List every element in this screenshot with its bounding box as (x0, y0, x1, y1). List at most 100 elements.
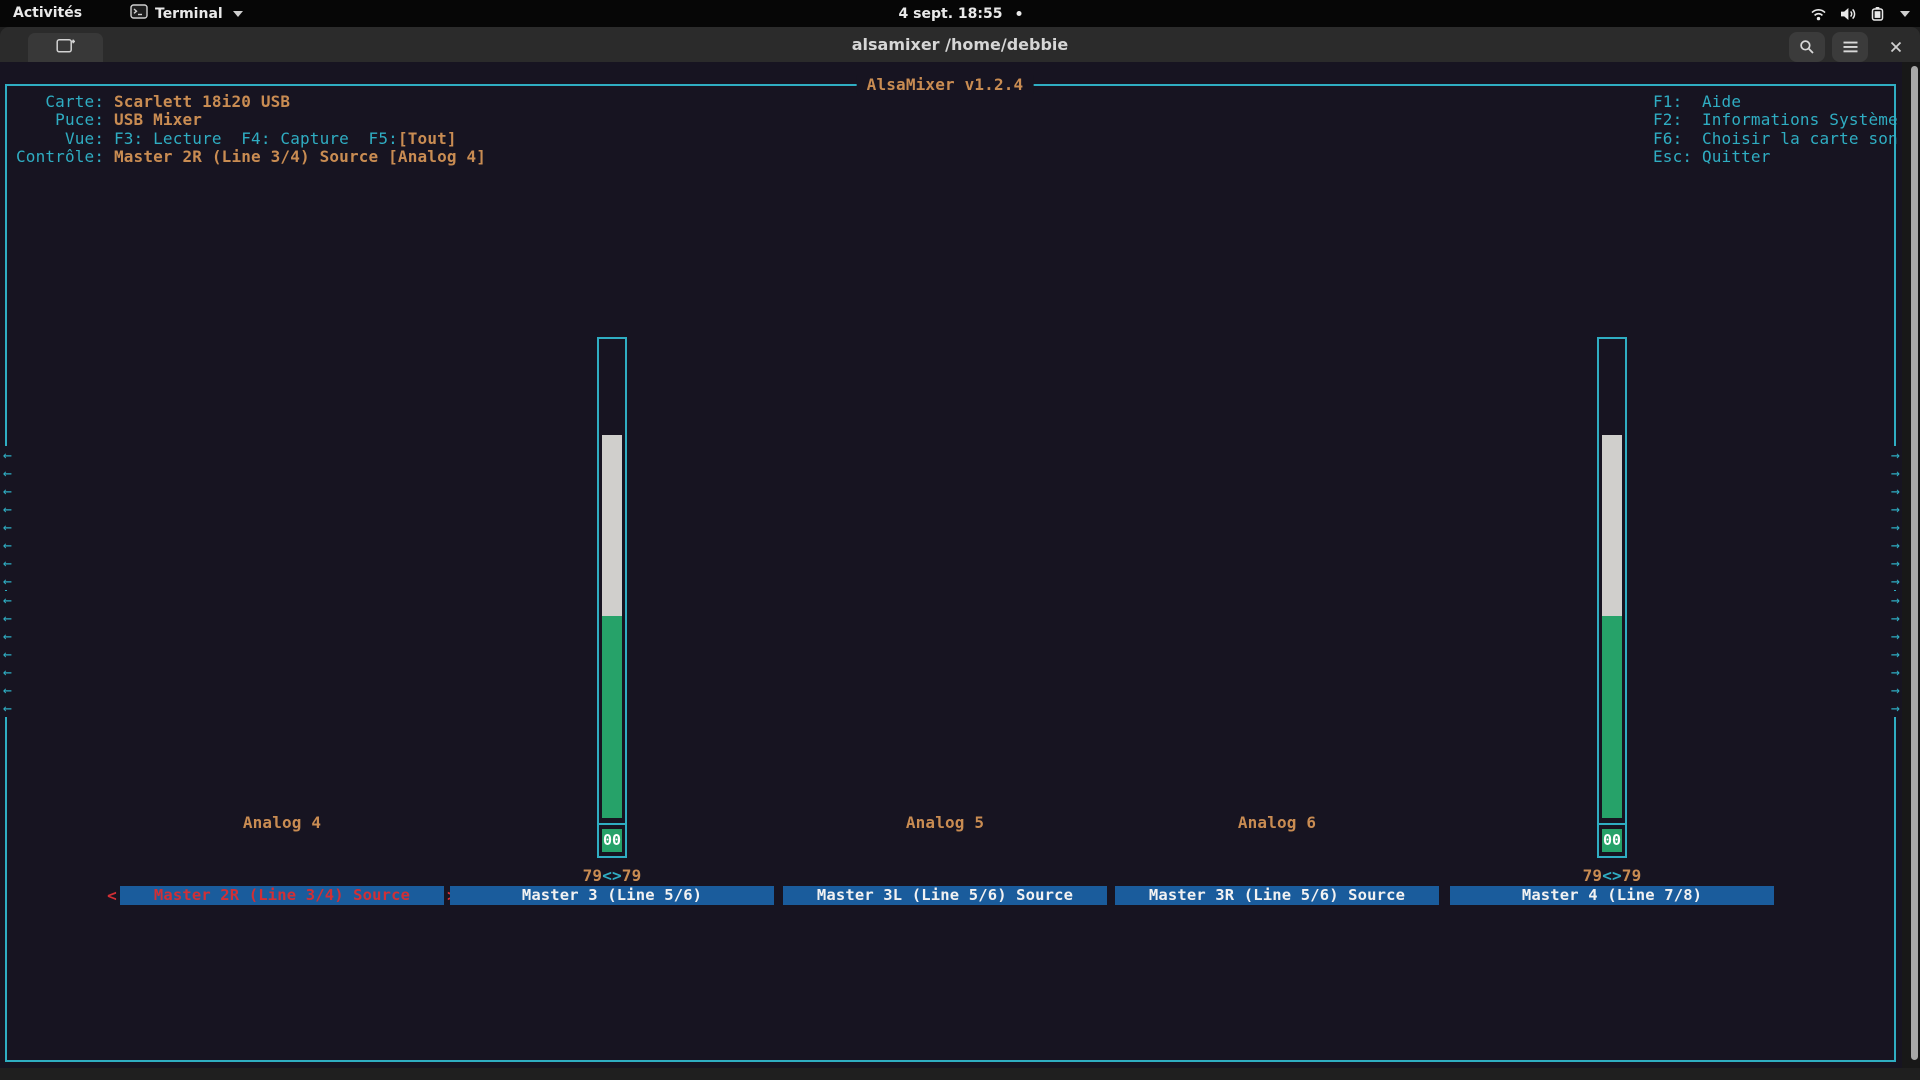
volume-fill-upper (602, 434, 622, 616)
scroll-right-icon: → (1888, 698, 1903, 717)
volume-fill-lower (602, 615, 622, 818)
volume-right-value: 79 (621, 866, 642, 885)
volume-fill-upper (1602, 434, 1622, 616)
volume-left-value: 79 (582, 866, 603, 885)
volume-value: 79<>79 (1552, 866, 1672, 885)
enum-value-label: Analog 5 (905, 813, 985, 832)
mixer-help-line: F1: Aide (1653, 92, 1742, 111)
system-status-area[interactable] (1810, 0, 1910, 27)
control-name-bar[interactable]: Master 4 (Line 7/8) (1450, 886, 1774, 905)
mixer-help-block: F1: Aide F2: Informations Système F6: Choi… (1653, 92, 1898, 167)
terminal-icon (130, 4, 148, 23)
scroll-right-icon: → (1888, 626, 1903, 645)
volume-icon (1840, 7, 1858, 21)
scroll-left-icon: ← (0, 446, 15, 464)
volume-separator: <> (602, 866, 622, 885)
control-name-bar[interactable]: Master 3L (Line 5/6) Source (783, 886, 1107, 905)
search-icon (1800, 40, 1814, 54)
info-value: USB Mixer (113, 110, 203, 130)
volume-left-value: 79 (1582, 866, 1603, 885)
enum-value-label: Analog 4 (242, 813, 322, 832)
scroll-right-icon: → (1888, 518, 1903, 537)
scroll-right-icon: → (1888, 536, 1903, 555)
scroll-left-icon: ← (0, 662, 15, 681)
scroll-right-icon: → (1888, 608, 1903, 627)
app-menu-terminal[interactable]: Terminal (130, 0, 243, 27)
volume-db-box: 00 (1602, 829, 1622, 852)
clock-label: 4 sept. 18:55 (898, 5, 1003, 22)
window-title: alsamixer /home/debbie (851, 35, 1069, 54)
mixer-info-line: Contrôle: Master 2R (Line 3/4) Source [A… (16, 148, 486, 166)
menu-button[interactable] (1832, 32, 1868, 62)
terminal-scrollbar[interactable] (1902, 62, 1920, 1068)
mixer-help-line: Esc: Quitter (1653, 147, 1771, 167)
volume-separator: <> (1602, 866, 1622, 885)
notification-dot (1016, 11, 1022, 16)
activities-button[interactable]: Activités (13, 0, 82, 27)
scroll-left-icon: ← (0, 500, 15, 519)
control-name-bar[interactable]: Master 3R (Line 5/6) Source (1115, 886, 1439, 905)
scroll-left-icon: ← (0, 644, 15, 663)
scroll-left-icon: ← (0, 590, 15, 609)
scroll-left-icon: ← (0, 518, 15, 537)
terminal-viewport[interactable]: AlsaMixer v1.2.4 Carte: Scarlett 18i20 U… (0, 62, 1920, 1068)
scroll-right-icon: → (1888, 572, 1903, 591)
scroll-right-icon: → (1888, 680, 1903, 699)
clock-menu[interactable]: 4 sept. 18:55 (899, 0, 1022, 27)
scroll-right-icon: → (1888, 500, 1903, 519)
info-value: F3: Lecture F4: Capture F5: (113, 128, 398, 148)
volume-value: 79<>79 (552, 866, 672, 885)
scroll-left-icon: ← (0, 482, 15, 501)
screen: Activités Terminal 4 sept. 18:55 alsamix… (0, 0, 1920, 1080)
volume-bar[interactable]: 00 (1597, 337, 1627, 858)
info-label: Vue: (16, 128, 114, 148)
volume-db-box: 00 (602, 829, 622, 852)
volume-db-divider (1599, 823, 1625, 825)
terminal-titlebar: alsamixer /home/debbie (0, 27, 1920, 62)
info-label: Contrôle: (16, 147, 114, 167)
scroll-left-icon: ← (0, 698, 15, 717)
scroll-right-icon: → (1888, 446, 1903, 464)
selected-marker-left: < (107, 886, 117, 905)
volume-fill-lower (1602, 615, 1622, 818)
chevron-down-icon (1900, 10, 1910, 17)
mixer-info-line: Vue: F3: Lecture F4: Capture F5:[Tout] (16, 128, 486, 148)
info-value: [Tout] (397, 128, 457, 148)
scrollbar-thumb[interactable] (1911, 66, 1918, 1060)
info-label: Puce: (16, 110, 114, 130)
mixer-help-line: F6: Choisir la carte son (1653, 128, 1898, 148)
hamburger-icon (1843, 41, 1857, 53)
scroll-right-icon: → (1888, 590, 1903, 609)
control-name-bar[interactable]: Master 3 (Line 5/6) (450, 886, 774, 905)
info-value: Scarlett 18i20 USB (113, 92, 291, 111)
mixer-help-line: F2: Informations Système (1653, 110, 1898, 130)
scroll-right-icon: → (1888, 482, 1903, 501)
scroll-right-icon: → (1888, 644, 1903, 663)
gnome-top-bar: Activités Terminal 4 sept. 18:55 (0, 0, 1920, 27)
volume-bar[interactable]: 00 (597, 337, 627, 858)
mixer-info-block: Carte: Scarlett 18i20 USB Puce: USB Mixe… (16, 92, 486, 167)
search-button[interactable] (1789, 32, 1825, 62)
close-icon (1890, 41, 1902, 53)
control-name-bar[interactable]: Master 2R (Line 3/4) Source (120, 886, 444, 905)
scroll-right-icon: → (1888, 662, 1903, 681)
volume-db-divider (599, 823, 625, 825)
chevron-down-icon (232, 10, 243, 17)
mixer-info-line: Carte: Scarlett 18i20 USB (16, 92, 486, 111)
info-label: Carte: (16, 92, 114, 111)
scroll-left-icon: ← (0, 536, 15, 555)
app-menu-label: Terminal (155, 5, 223, 22)
close-button[interactable] (1878, 32, 1914, 62)
alsamixer-title: AlsaMixer v1.2.4 (856, 75, 1034, 94)
window-bottom-edge (0, 1068, 1920, 1080)
mixer-info-line: Puce: USB Mixer (16, 111, 486, 129)
scroll-left-icon: ← (0, 572, 15, 591)
scroll-left-icon: ← (0, 464, 15, 483)
enum-value-label: Analog 6 (1237, 813, 1317, 832)
scroll-left-icon: ← (0, 626, 15, 645)
scroll-left-icon: ← (0, 608, 15, 627)
wifi-icon (1810, 7, 1827, 21)
scroll-right-icon: → (1888, 554, 1903, 573)
scroll-right-icon: → (1888, 464, 1903, 483)
info-value: Master 2R (Line 3/4) Source [Analog 4] (113, 147, 487, 167)
